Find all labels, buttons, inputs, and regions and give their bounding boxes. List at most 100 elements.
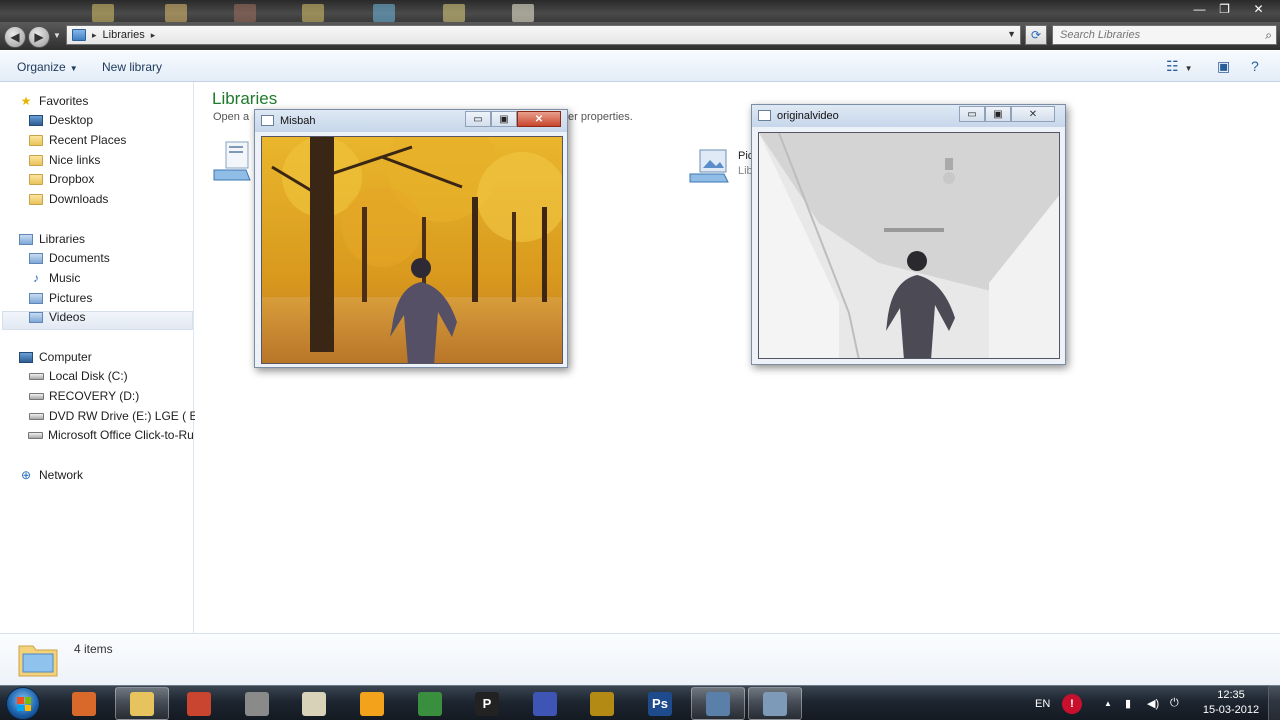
- clock[interactable]: 12:35 15-03-2012: [1196, 688, 1266, 718]
- window-buttons: ▭ ▣ ✕: [465, 111, 561, 127]
- breadcrumb-libraries[interactable]: Libraries: [103, 29, 145, 41]
- tray-alert[interactable]: !: [1062, 686, 1082, 720]
- recent-pages-dropdown[interactable]: ▼: [53, 31, 61, 40]
- search-icon[interactable]: ⌕: [1265, 28, 1272, 43]
- alert-icon: !: [1062, 693, 1082, 714]
- nav-item-desktop[interactable]: Desktop: [28, 111, 93, 129]
- chevron-down-icon[interactable]: ▼: [1007, 29, 1016, 39]
- library-item-documents[interactable]: [212, 140, 252, 181]
- clock-date: 15-03-2012: [1202, 704, 1260, 716]
- language-indicator[interactable]: EN: [1035, 686, 1050, 720]
- opencv-window-icon: [763, 691, 787, 716]
- network-tray-icon[interactable]: ▮: [1125, 686, 1131, 720]
- window-title-bar[interactable]: Misbah ▭ ▣ ✕: [255, 110, 567, 132]
- desktop-icon-ghost: [92, 4, 114, 22]
- taskbar-paint-button[interactable]: [172, 687, 226, 720]
- power-tray-icon[interactable]: ⏻: [1170, 686, 1179, 720]
- nav-item-recovery[interactable]: RECOVERY (D:): [28, 387, 139, 405]
- show-hidden-icons-button[interactable]: ▲: [1104, 686, 1112, 720]
- help-button[interactable]: ?: [1251, 58, 1259, 74]
- taskbar-app-gear-button[interactable]: [230, 687, 284, 720]
- nav-item-recent-places[interactable]: Recent Places: [28, 131, 126, 149]
- back-button[interactable]: ◀: [4, 26, 26, 48]
- nav-computer[interactable]: Computer: [18, 348, 92, 366]
- libraries-folder-icon: [18, 645, 58, 677]
- nav-libraries[interactable]: Libraries: [18, 230, 85, 248]
- network-icon: ⊕: [20, 468, 32, 482]
- autumn-forest-image: [262, 137, 562, 363]
- window-title-bar[interactable]: originalvideo ▭ ▣ ✕: [752, 105, 1065, 127]
- taskbar-infinity-app-button[interactable]: [518, 687, 572, 720]
- star-icon: ★: [20, 94, 32, 108]
- opencv-window-originalvideo[interactable]: originalvideo ▭ ▣ ✕: [751, 104, 1066, 365]
- close-button[interactable]: ✕: [1011, 106, 1055, 122]
- paint-icon: [187, 691, 211, 716]
- taskbar-media-player-button[interactable]: [57, 687, 111, 720]
- nav-network[interactable]: ⊕ Network: [18, 466, 83, 484]
- new-library-button[interactable]: New library: [102, 60, 162, 74]
- taskbar-hand-app-button[interactable]: [345, 687, 399, 720]
- library-item-pictures[interactable]: [688, 148, 729, 184]
- minimize-button[interactable]: ▭: [465, 111, 491, 127]
- start-button[interactable]: [6, 687, 40, 720]
- preview-pane-icon: ▣: [1217, 58, 1231, 74]
- maximize-button[interactable]: ▣: [491, 111, 517, 127]
- taskbar-video-editor-button[interactable]: [691, 687, 745, 720]
- disc-app-icon: [590, 691, 614, 716]
- taskbar-notepad-button[interactable]: [287, 687, 341, 720]
- nav-label: Videos: [49, 310, 86, 324]
- refresh-button[interactable]: ⟳: [1025, 25, 1047, 45]
- maximize-button[interactable]: ❐: [1212, 0, 1237, 18]
- arrow-right-icon: ▶: [34, 30, 44, 44]
- preview-pane-button[interactable]: ▣: [1217, 58, 1230, 75]
- nav-label: Computer: [39, 350, 92, 364]
- nav-item-dropbox[interactable]: Dropbox: [28, 170, 94, 188]
- nav-item-videos[interactable]: Videos: [28, 308, 85, 326]
- nav-item-music[interactable]: ♪ Music: [28, 269, 80, 287]
- taskbar-opencv-window-button[interactable]: [748, 687, 802, 720]
- drive-icon: [28, 428, 43, 442]
- taskbar-chrome-button[interactable]: [403, 687, 457, 720]
- address-bar[interactable]: ▸ Libraries ▸ ▼: [66, 25, 1021, 45]
- nav-item-downloads[interactable]: Downloads: [28, 190, 108, 208]
- nav-item-documents[interactable]: Documents: [28, 249, 110, 267]
- nav-item-pictures[interactable]: Pictures: [28, 289, 92, 307]
- desktop-icon-ghost: [165, 4, 187, 22]
- taskbar-disc-app-button[interactable]: [575, 687, 629, 720]
- videos-icon: [28, 310, 44, 324]
- breadcrumb-separator[interactable]: ▸: [151, 30, 156, 41]
- view-options-button[interactable]: ☷ ▼: [1166, 58, 1192, 75]
- show-desktop-button[interactable]: [1268, 685, 1280, 720]
- taskbar-windows-explorer-button[interactable]: [115, 687, 169, 720]
- description-text-left: Open a: [213, 111, 250, 123]
- close-button[interactable]: ✕: [1237, 0, 1280, 18]
- plug-icon: ⏻: [1170, 697, 1179, 709]
- taskbar-photoshop-button[interactable]: Ps: [633, 687, 687, 720]
- forward-button[interactable]: ▶: [28, 26, 50, 48]
- nav-label: Desktop: [49, 113, 94, 127]
- opencv-window-misbah[interactable]: Misbah ▭ ▣ ✕: [254, 109, 568, 368]
- nav-item-local-disk[interactable]: Local Disk (C:): [28, 367, 128, 385]
- minimize-button[interactable]: ▭: [959, 106, 985, 122]
- notepad-icon: [302, 691, 326, 716]
- minimize-button[interactable]: —: [1187, 0, 1212, 18]
- drive-icon: [28, 389, 44, 403]
- volume-tray-icon[interactable]: ◀): [1147, 686, 1159, 720]
- organize-button[interactable]: Organize ▼: [17, 60, 78, 74]
- breadcrumb-separator[interactable]: ▸: [92, 30, 97, 41]
- taskbar-pandora-button[interactable]: P: [460, 687, 514, 720]
- nav-label: Local Disk (C:): [49, 369, 128, 383]
- pictures-library-icon: [689, 149, 729, 183]
- nav-item-dvd-drive[interactable]: DVD RW Drive (E:) LGE ( E : ): [28, 407, 211, 425]
- search-input[interactable]: [1053, 26, 1253, 44]
- photoshop-icon: Ps: [648, 691, 672, 716]
- music-icon: ♪: [33, 271, 39, 285]
- nav-favorites[interactable]: ★ Favorites: [18, 92, 89, 110]
- dvd-drive-icon: [28, 409, 44, 423]
- close-button[interactable]: ✕: [517, 111, 561, 127]
- maximize-button[interactable]: ▣: [985, 106, 1011, 122]
- nav-item-office-click-to-run[interactable]: Microsoft Office Click-to-Run: [28, 426, 193, 444]
- app-window-icon: [261, 115, 274, 126]
- nav-item-nice-links[interactable]: Nice links: [28, 151, 100, 169]
- nav-label: Music: [49, 271, 81, 285]
